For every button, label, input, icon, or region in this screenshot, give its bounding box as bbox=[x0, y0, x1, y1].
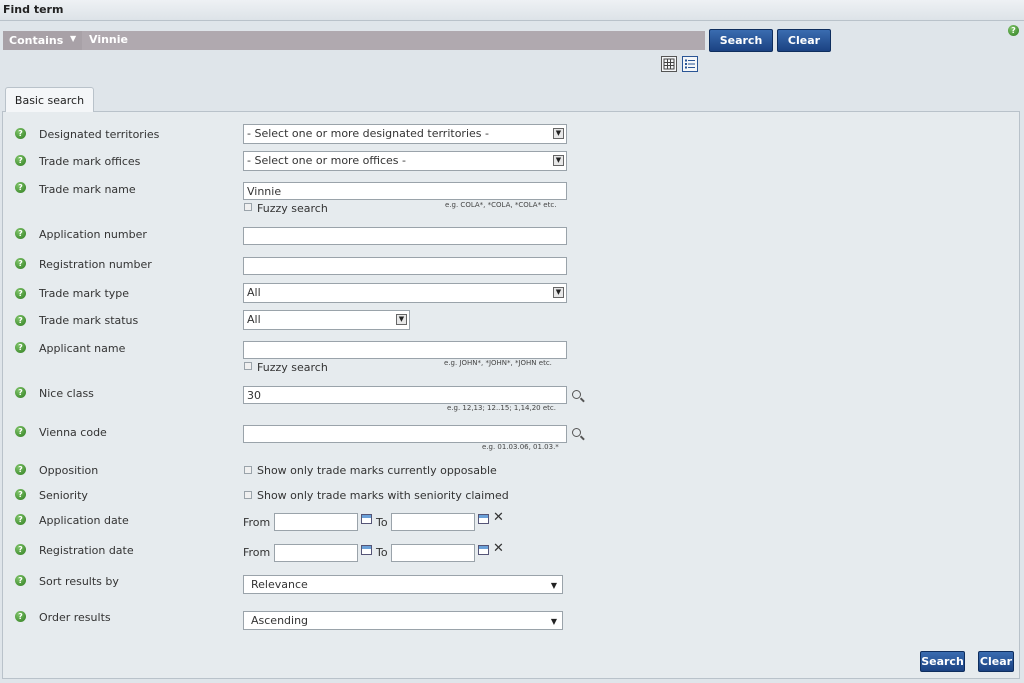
trade-mark-name-input[interactable]: Vinnie bbox=[243, 182, 567, 200]
help-icon[interactable]: ? bbox=[15, 426, 26, 437]
trade-mark-type-label: Trade mark type bbox=[39, 287, 130, 300]
nice-class-label: Nice class bbox=[39, 387, 94, 400]
calendar-icon[interactable] bbox=[361, 545, 372, 555]
applicant-name-fuzzy-label: Fuzzy search bbox=[257, 361, 328, 374]
opposition-checkbox[interactable] bbox=[244, 466, 252, 474]
registration-number-label: Registration number bbox=[39, 258, 152, 271]
designated-territories-value: - Select one or more designated territor… bbox=[247, 127, 489, 140]
application-date-from-input[interactable] bbox=[274, 513, 358, 531]
opposition-label: Opposition bbox=[39, 464, 99, 477]
page-title: Find term bbox=[3, 3, 64, 16]
sort-results-by-label: Sort results by bbox=[39, 575, 119, 588]
help-icon[interactable]: ? bbox=[15, 342, 26, 353]
calendar-icon[interactable] bbox=[478, 545, 489, 555]
application-date-label: Application date bbox=[39, 514, 129, 527]
trade-mark-name-label: Trade mark name bbox=[39, 183, 136, 196]
tab-basic-search[interactable]: Basic search bbox=[5, 87, 94, 112]
quick-search-button[interactable]: Search bbox=[709, 29, 773, 52]
designated-territories-select[interactable]: - Select one or more designated territor… bbox=[243, 124, 567, 144]
help-icon[interactable]: ? bbox=[15, 315, 26, 326]
help-icon[interactable]: ? bbox=[15, 228, 26, 239]
chevron-down-icon: ▼ bbox=[553, 128, 564, 139]
search-button[interactable]: Search bbox=[920, 651, 965, 672]
chevron-down-icon: ▼ bbox=[550, 617, 557, 626]
help-icon[interactable]: ? bbox=[15, 128, 26, 139]
chevron-down-icon: ▼ bbox=[396, 314, 407, 325]
registration-date-from-label: From bbox=[243, 546, 271, 559]
opposition-checkbox-label: Show only trade marks currently opposabl… bbox=[257, 464, 497, 477]
application-date-from-label: From bbox=[243, 516, 271, 529]
registration-number-input[interactable] bbox=[243, 257, 567, 275]
applicant-name-label: Applicant name bbox=[39, 342, 126, 355]
clear-date-icon[interactable]: ✕ bbox=[493, 511, 504, 524]
vienna-code-input[interactable] bbox=[243, 425, 567, 443]
help-icon[interactable]: ? bbox=[15, 288, 26, 299]
chevron-down-icon: ▼ bbox=[70, 34, 77, 43]
calendar-icon[interactable] bbox=[478, 514, 489, 524]
seniority-label: Seniority bbox=[39, 489, 88, 502]
calendar-icon[interactable] bbox=[361, 514, 372, 524]
vienna-code-label: Vienna code bbox=[39, 426, 107, 439]
header-bar bbox=[0, 0, 1024, 21]
nice-class-input[interactable]: 30 bbox=[243, 386, 567, 404]
help-icon[interactable]: ? bbox=[15, 387, 26, 398]
seniority-checkbox[interactable] bbox=[244, 491, 252, 499]
search-mode-value: Contains bbox=[9, 34, 64, 47]
trade-mark-name-fuzzy-label: Fuzzy search bbox=[257, 202, 328, 215]
clear-date-icon[interactable]: ✕ bbox=[493, 542, 504, 555]
nice-class-hint: e.g. 12,13; 12..15; 1,14,20 etc. bbox=[447, 404, 556, 412]
order-results-select[interactable]: Ascending ▼ bbox=[243, 611, 563, 630]
registration-date-label: Registration date bbox=[39, 544, 134, 557]
registration-date-to-label: To bbox=[376, 546, 388, 559]
chevron-down-icon: ▼ bbox=[553, 287, 564, 298]
trade-mark-type-value: All bbox=[247, 286, 261, 299]
help-icon[interactable]: ? bbox=[15, 514, 26, 525]
help-icon[interactable]: ? bbox=[1008, 25, 1019, 36]
applicant-name-fuzzy-checkbox[interactable] bbox=[244, 362, 252, 370]
order-results-label: Order results bbox=[39, 611, 111, 624]
designated-territories-label: Designated territories bbox=[39, 128, 160, 141]
trade-mark-offices-select[interactable]: - Select one or more offices - ▼ bbox=[243, 151, 567, 171]
grid-view-icon[interactable] bbox=[661, 56, 677, 72]
trade-mark-status-label: Trade mark status bbox=[39, 314, 139, 327]
application-number-input[interactable] bbox=[243, 227, 567, 245]
help-icon[interactable]: ? bbox=[15, 155, 26, 166]
trade-mark-name-fuzzy-checkbox[interactable] bbox=[244, 203, 252, 211]
list-view-icon[interactable] bbox=[682, 56, 698, 72]
help-icon[interactable]: ? bbox=[15, 575, 26, 586]
quick-search-value: Vinnie bbox=[89, 33, 128, 46]
application-number-label: Application number bbox=[39, 228, 147, 241]
trade-mark-offices-label: Trade mark offices bbox=[39, 155, 141, 168]
help-icon[interactable]: ? bbox=[15, 489, 26, 500]
help-icon[interactable]: ? bbox=[15, 464, 26, 475]
application-date-to-label: To bbox=[376, 516, 388, 529]
vienna-code-hint: e.g. 01.03.06, 01.03.* bbox=[482, 443, 559, 451]
trade-mark-type-select[interactable]: All ▼ bbox=[243, 283, 567, 303]
trade-mark-name-hint: e.g. COLA*, *COLA, *COLA* etc. bbox=[445, 201, 557, 209]
applicant-name-input[interactable] bbox=[243, 341, 567, 359]
trade-mark-status-value: All bbox=[247, 313, 261, 326]
help-icon[interactable]: ? bbox=[15, 611, 26, 622]
trade-mark-status-select[interactable]: All ▼ bbox=[243, 310, 410, 330]
application-date-to-input[interactable] bbox=[391, 513, 475, 531]
search-mode-dropdown[interactable]: Contains ▼ bbox=[3, 31, 82, 50]
chevron-down-icon: ▼ bbox=[553, 155, 564, 166]
sort-results-by-value: Relevance bbox=[251, 578, 308, 591]
order-results-value: Ascending bbox=[251, 614, 309, 627]
help-icon[interactable]: ? bbox=[15, 182, 26, 193]
magnifier-icon[interactable] bbox=[572, 428, 581, 437]
help-icon[interactable]: ? bbox=[15, 544, 26, 555]
clear-button[interactable]: Clear bbox=[978, 651, 1014, 672]
sort-results-by-select[interactable]: Relevance ▼ bbox=[243, 575, 563, 594]
seniority-checkbox-label: Show only trade marks with seniority cla… bbox=[257, 489, 509, 502]
applicant-name-hint: e.g. JOHN*, *JOHN*, *JOHN etc. bbox=[444, 359, 552, 367]
trade-mark-offices-value: - Select one or more offices - bbox=[247, 154, 406, 167]
registration-date-to-input[interactable] bbox=[391, 544, 475, 562]
magnifier-icon[interactable] bbox=[572, 390, 581, 399]
quick-clear-button[interactable]: Clear bbox=[777, 29, 831, 52]
help-icon[interactable]: ? bbox=[15, 258, 26, 269]
registration-date-from-input[interactable] bbox=[274, 544, 358, 562]
chevron-down-icon: ▼ bbox=[550, 581, 557, 590]
